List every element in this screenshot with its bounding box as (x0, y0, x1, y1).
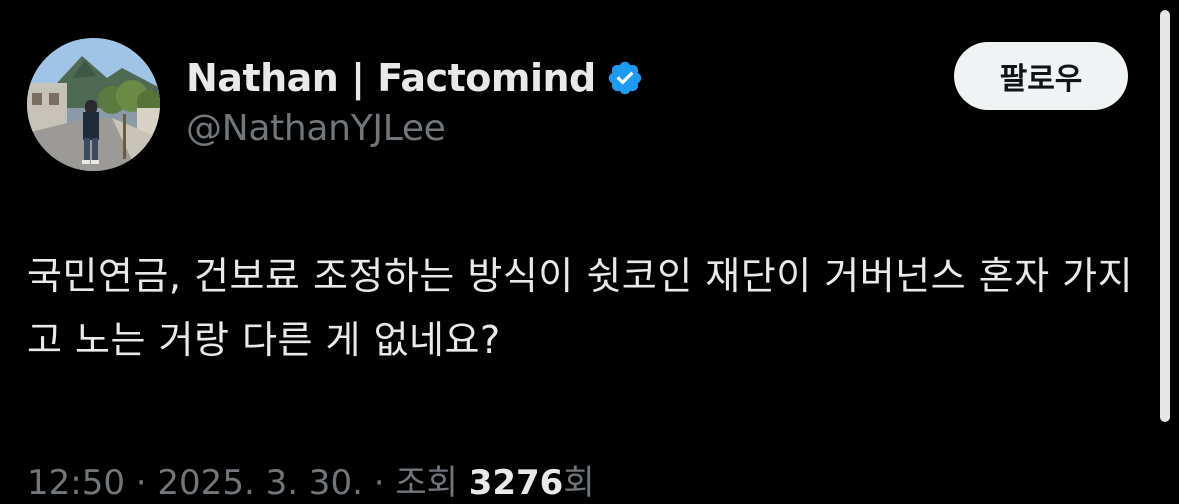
author-name-row: Nathan | Factomind (186, 52, 644, 104)
tweet-text: 국민연금, 건보료 조정하는 방식이 쉿코인 재단이 거버넌스 혼자 가지고 노… (27, 254, 1134, 362)
avatar[interactable] (27, 38, 160, 171)
tweet-meta: 12:50 · 2025. 3. 30. · 조회 3276회 (27, 455, 595, 504)
author-handle[interactable]: @NathanYJLee (186, 108, 446, 149)
views-count: 3276 (468, 463, 564, 503)
tweet-time[interactable]: 12:50 (27, 463, 125, 503)
views-label: 조회 (395, 463, 458, 503)
meta-separator: · (373, 463, 396, 503)
views-suffix: 회 (563, 463, 595, 503)
scrollbar[interactable] (1160, 10, 1170, 422)
follow-button[interactable]: 팔로우 (954, 42, 1128, 110)
avatar-photo (27, 38, 160, 171)
meta-separator: · (135, 463, 158, 503)
author-display-name[interactable]: Nathan | Factomind (186, 56, 596, 100)
tweet-date[interactable]: 2025. 3. 30. (157, 463, 362, 503)
verified-badge-icon[interactable] (606, 59, 644, 97)
